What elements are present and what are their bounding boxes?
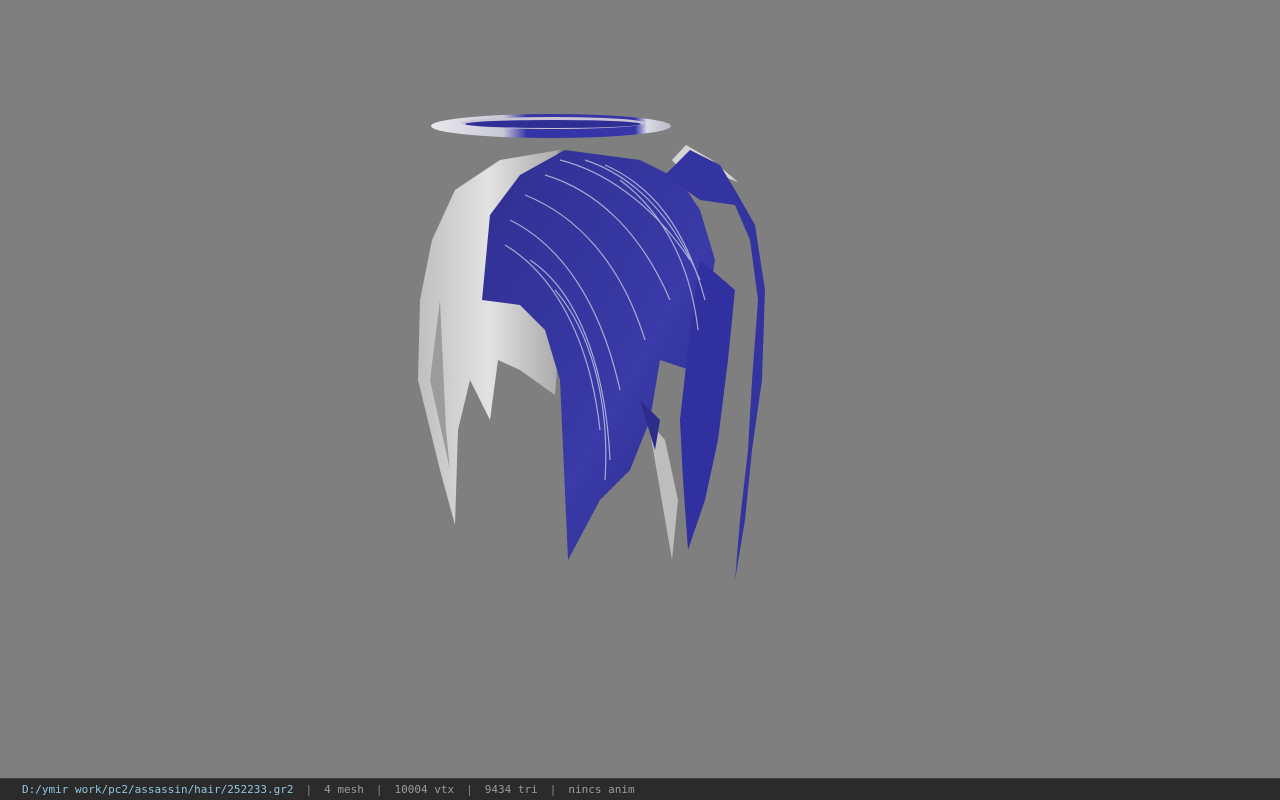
mesh-count-label: 4 mesh [324,783,364,796]
status-separator: | [375,783,383,796]
hair-model-render [418,114,765,580]
animation-status-label: nincs anim [568,783,635,796]
triangle-count-label: 9434 tri [484,783,538,796]
status-separator: | [549,783,557,796]
status-bar: D:/ymir work/pc2/assassin/hair/252233.gr… [0,778,1280,800]
status-separator: | [466,783,473,796]
status-separator: | [305,783,313,796]
vertex-count-label: 10004 vtx [394,783,455,796]
file-path-label: D:/ymir work/pc2/assassin/hair/252233.gr… [22,783,294,796]
3d-viewport[interactable] [0,0,1280,778]
halo-ring [431,114,671,138]
